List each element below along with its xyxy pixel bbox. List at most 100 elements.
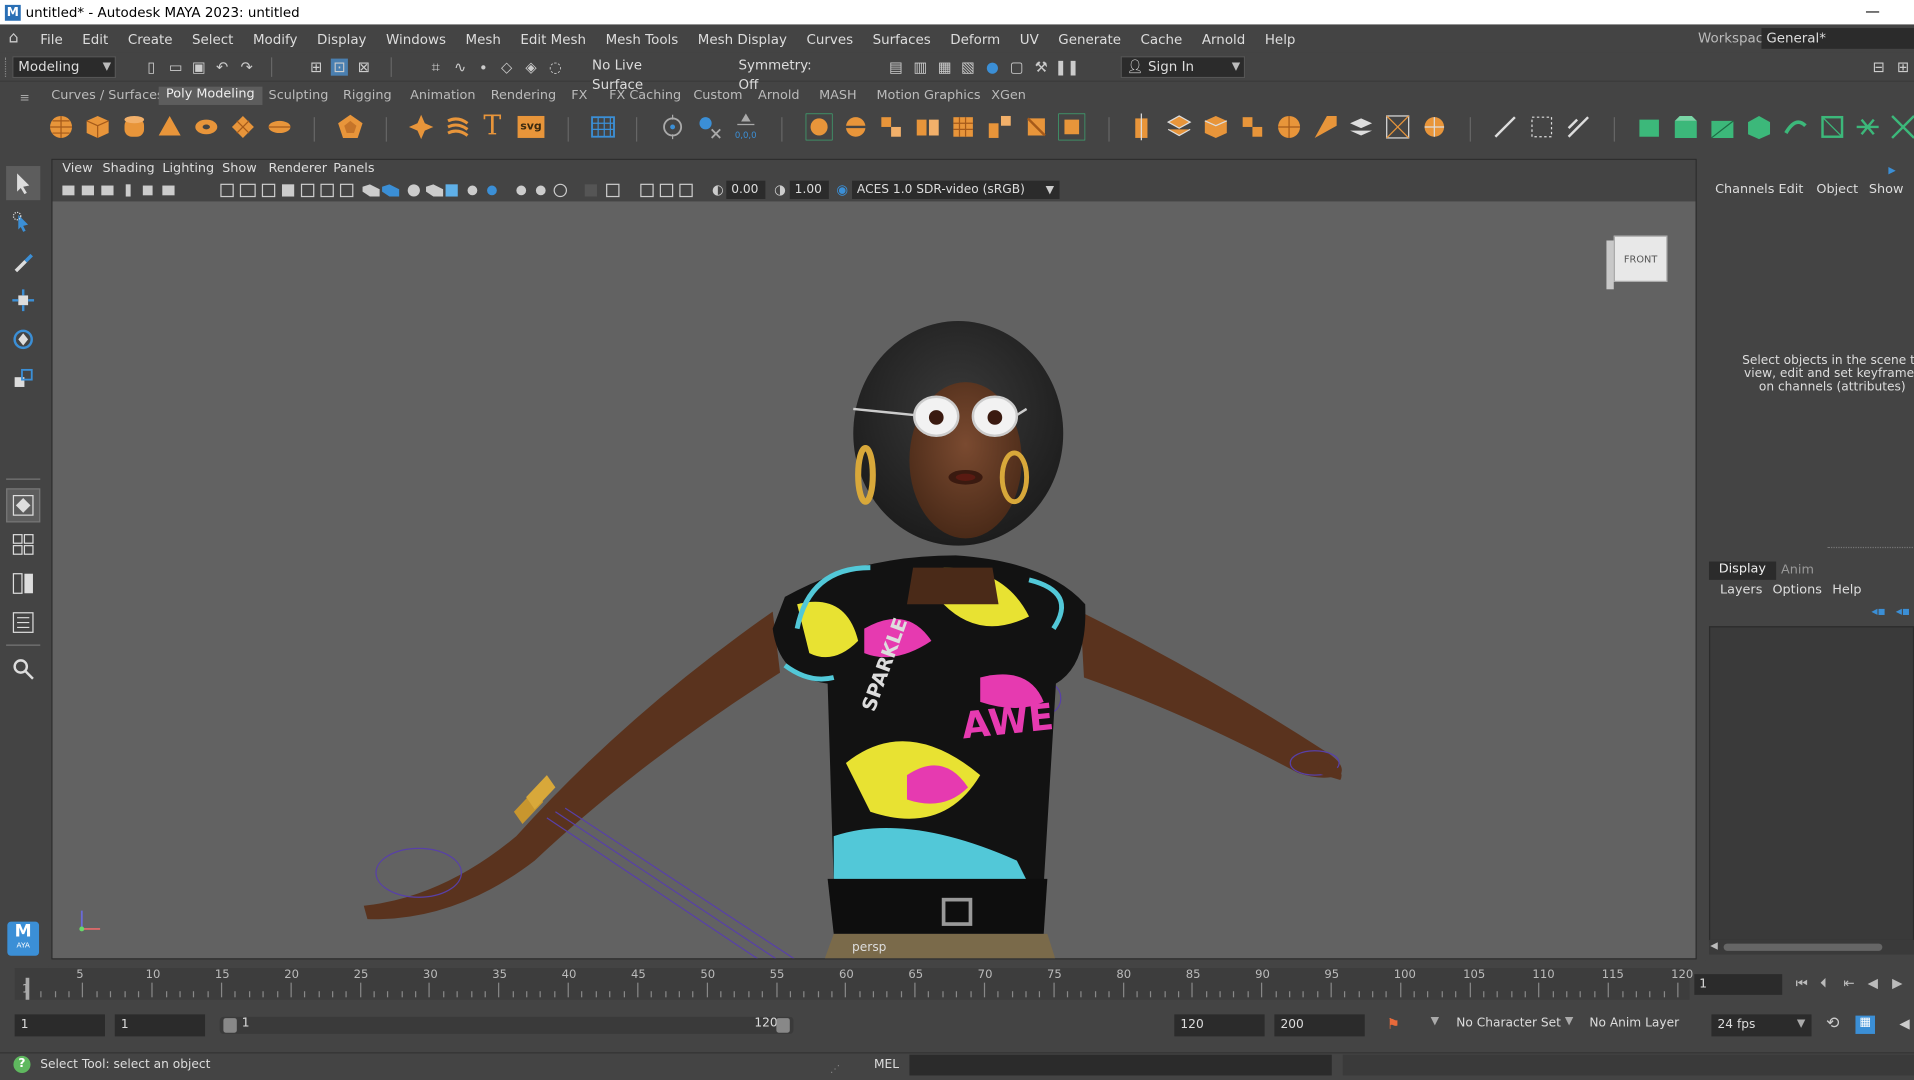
current-time-marker[interactable] (25, 977, 30, 1000)
target-weld-icon[interactable] (1166, 114, 1193, 141)
workspace-dropdown[interactable]: General* (1761, 28, 1914, 49)
layer-scrollbar[interactable]: ◀ (1708, 939, 1914, 955)
scene-end-field[interactable]: 200 (1274, 1014, 1365, 1037)
shelf-tab-fx-caching[interactable]: FX Caching (609, 88, 681, 103)
symmetry-dropdown[interactable]: Symmetry: Off (734, 56, 832, 92)
menu-mesh[interactable]: Mesh (466, 31, 501, 47)
menu-surfaces[interactable]: Surfaces (873, 31, 931, 47)
menu-file[interactable]: File (40, 31, 62, 47)
shelf-tab-motion-graphics[interactable]: Motion Graphics (876, 88, 980, 103)
chevron-down-icon[interactable]: ▼ (1797, 1018, 1805, 1030)
grip-handle[interactable] (4, 57, 10, 77)
playback-end-field[interactable]: 120 (1174, 1014, 1265, 1037)
pause-icon[interactable]: ❚❚ (1055, 59, 1080, 76)
redo-icon[interactable]: ↷ (238, 59, 255, 76)
vp-menu-shading[interactable]: Shading (103, 161, 155, 176)
vp-menu-show[interactable]: Show (222, 161, 257, 176)
paint-select-tool-icon[interactable] (6, 244, 40, 278)
new-layer-icon[interactable]: ◂▪ (1871, 605, 1885, 618)
two-view-layout-icon[interactable] (6, 566, 40, 600)
make-live-icon[interactable]: ◌ (547, 59, 564, 76)
chevron-down-icon[interactable]: ▼ (1041, 182, 1058, 199)
separate-icon[interactable] (842, 114, 869, 141)
poly-cube-icon[interactable] (84, 114, 111, 141)
center-pivot-icon[interactable] (659, 114, 686, 141)
view-cube-face[interactable]: FRONT (1613, 235, 1668, 282)
edge-loop-icon[interactable] (1202, 114, 1229, 141)
gamma-icon[interactable]: ◑ (771, 182, 788, 199)
poly-cone-icon[interactable] (156, 114, 183, 141)
step-back-key-icon[interactable]: ⏴ (1820, 975, 1827, 992)
menu-generate[interactable]: Generate (1058, 31, 1121, 47)
auto-key-icon[interactable]: ⚑ (1387, 1016, 1400, 1033)
layer-menu-layers[interactable]: Layers (1720, 582, 1762, 597)
vp-menu-renderer[interactable]: Renderer (269, 161, 328, 176)
new-layer-selected-icon[interactable]: ◂▪ (1896, 605, 1910, 618)
layer-menu-help[interactable]: Help (1832, 582, 1861, 597)
shelf-tab-rigging[interactable]: Rigging (343, 88, 392, 103)
triangulate-icon[interactable] (1709, 114, 1736, 141)
reduce-icon[interactable] (1636, 114, 1663, 141)
bridge-icon[interactable] (986, 114, 1013, 141)
snap-point-icon[interactable]: ∙ (475, 59, 492, 76)
menu-select[interactable]: Select (192, 31, 233, 47)
play-backward-icon[interactable]: ◀ (1868, 975, 1878, 991)
menu-windows[interactable]: Windows (386, 31, 446, 47)
range-handle-end[interactable] (776, 1018, 790, 1033)
menu-curves[interactable]: Curves (806, 31, 853, 47)
view-cube[interactable]: FRONT (1606, 235, 1668, 290)
colorspace-dropdown[interactable]: ACES 1.0 SDR-video (sRGB) (852, 180, 1060, 199)
menu-arnold[interactable]: Arnold (1202, 31, 1245, 47)
shelf-tab-xgen[interactable]: XGen (991, 88, 1026, 103)
arnold-ipr-icon[interactable]: ⚒ (1033, 59, 1050, 76)
search-icon[interactable] (6, 652, 40, 686)
range-slider[interactable]: 1 120 (219, 1016, 794, 1034)
viewport-panel[interactable]: View Shading Lighting Show Renderer Pane… (51, 158, 1697, 960)
gamma-field[interactable]: 1.00 (789, 180, 829, 199)
shelf-tab-rendering[interactable]: Rendering (491, 88, 556, 103)
mesh-split-icon[interactable] (1854, 114, 1881, 141)
color-management-icon[interactable]: ◉ (834, 182, 851, 199)
chevron-down-icon[interactable]: ▼ (1565, 1016, 1573, 1028)
fill-mesh-icon[interactable] (1819, 114, 1846, 141)
menu-mesh-tools[interactable]: Mesh Tools (606, 31, 679, 47)
cb-menu-object[interactable]: Object (1816, 182, 1858, 197)
mesh-grid-icon[interactable] (590, 114, 617, 141)
layer-tab-display[interactable]: Display (1708, 561, 1776, 580)
poly-plane-icon[interactable] (229, 114, 256, 141)
home-icon[interactable]: ⌂ (9, 30, 26, 48)
menu-modify[interactable]: Modify (253, 31, 297, 47)
cleanup-icon[interactable] (1672, 114, 1699, 141)
menu-edit[interactable]: Edit (82, 31, 108, 47)
shelf-tab-animation[interactable]: Animation (410, 88, 475, 103)
splitter-handle[interactable] (1827, 546, 1913, 549)
shelf-tab-mash[interactable]: MASH (819, 88, 857, 103)
arnold-render-icon[interactable]: ▢ (1008, 59, 1025, 76)
menu-mesh-display[interactable]: Mesh Display (698, 31, 787, 47)
select-hierarchy-icon[interactable]: ⊞ (308, 59, 325, 76)
single-perspective-layout-icon[interactable] (6, 488, 41, 523)
rotate-tool-icon[interactable] (6, 322, 40, 356)
layer-tab-anim[interactable]: Anim (1781, 563, 1814, 578)
shelf-menu-icon[interactable]: ≡ (20, 92, 30, 105)
command-line-input[interactable] (909, 1054, 1332, 1076)
layer-list[interactable] (1708, 626, 1914, 942)
multi-cut-icon[interactable] (1129, 113, 1156, 141)
vp-menu-panels[interactable]: Panels (333, 161, 374, 176)
sweep-mesh-icon[interactable] (444, 114, 471, 141)
time-slider[interactable]: 5 10 15 20 25 30 35 40 45 50 55 60 65 70 75 80 85 90 95 100… (14, 968, 1693, 1000)
shelf-tab-poly-modeling[interactable]: Poly Modeling (158, 86, 262, 105)
minimize-button[interactable]: — (1865, 2, 1880, 19)
undo-icon[interactable]: ↶ (214, 59, 231, 76)
insert-loop-icon[interactable] (1528, 114, 1555, 141)
offset-loop-icon[interactable] (1565, 114, 1592, 141)
menu-display[interactable]: Display (317, 31, 366, 47)
svg-tool-icon[interactable]: svg (517, 115, 545, 138)
go-to-start-icon[interactable]: ⏮ (1796, 975, 1808, 992)
scrollbar-thumb[interactable] (1723, 943, 1883, 951)
character-set-dropdown[interactable]: No Character Set (1456, 1017, 1561, 1030)
shelf-tab-custom[interactable]: Custom (693, 88, 742, 103)
uv-unfold-icon[interactable] (1421, 114, 1448, 141)
modeling-toolkit-icon[interactable]: ⊟ (1870, 59, 1887, 76)
lasso-tool-icon[interactable] (6, 205, 40, 239)
